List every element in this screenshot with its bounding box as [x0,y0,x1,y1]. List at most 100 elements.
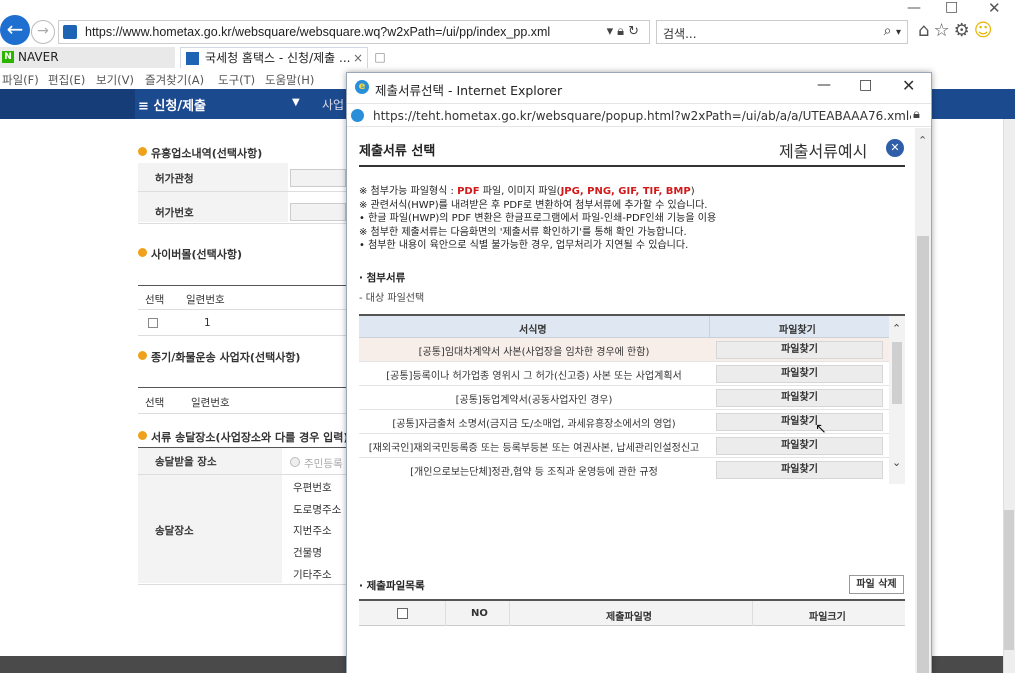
select-all-checkbox[interactable] [397,608,408,619]
delivery-receive-label: 송달받을 장소 [155,456,217,468]
search-icon[interactable]: ⌕ [884,23,892,39]
divider [138,413,346,414]
col-form-name: 서식명 [519,325,547,336]
note-delay: • 첨부한 내용이 육안으로 식별 불가능한 경우, 업무처리가 지연될 수 있… [359,240,689,251]
lock-icon[interactable]: 🔒︎ [617,24,628,39]
tab-hometax[interactable]: 국세청 홈택스 - 신청/제출 ... × [180,47,368,68]
dialog-title: 제출서류 선택 [359,144,436,159]
menu-favorites[interactable]: 즐겨찾기(A) [145,72,204,88]
attach-title: · 첨부서류 [359,272,406,284]
site-favicon-icon [63,25,77,39]
col-serial: 일련번호 [191,397,230,409]
scroll-up-icon[interactable]: ⌃ [918,134,927,147]
postal-code-label: 우편번호 [293,482,332,494]
col-serial: 일련번호 [186,294,225,306]
menu-view[interactable]: 보기(V) [96,72,134,88]
title-divider [359,165,905,167]
submit-example-link[interactable]: 제출서류예시 [779,138,867,162]
new-tab-icon[interactable]: □ [370,47,390,68]
scrollbar-thumb[interactable] [917,236,929,673]
resident-radio[interactable] [290,457,300,467]
popup-content: 제출서류 선택 제출서류예시 ✕ ※ 첨부가능 파일형식 : PDF 파일, 이… [347,128,915,673]
dialog-close-icon[interactable]: ✕ [886,139,904,157]
license-office-input[interactable] [290,169,346,187]
forward-arrow-icon[interactable]: → [31,20,55,44]
license-number-input[interactable] [290,203,346,221]
menu-file[interactable]: 파일(F) [2,72,39,88]
page-scrollbar-thumb[interactable] [1004,510,1014,650]
tab-close-icon[interactable]: × [353,48,363,68]
popup-titlebar[interactable]: e 제출서류선택 - Internet Explorer — □ ✕ [347,73,931,103]
section-delivery: 서류 송달장소(사업장소와 다를 경우 입력) [138,429,348,445]
popup-address-bar: https://teht.hometax.go.kr/websquare/pop… [347,103,931,127]
table-row: [공통]임대차계약서 사본(사업장을 임차한 경우에 한함) 파일찾기 [359,338,889,362]
file-search-button[interactable]: 파일찾기 [716,437,883,455]
dropdown-arrow-icon[interactable]: ▾ [607,24,618,39]
divider [138,387,346,388]
popup-window-title: 제출서류선택 - Internet Explorer [375,83,563,98]
internet-explorer-icon [351,109,364,122]
divider [138,223,346,224]
popup-close-icon[interactable]: ✕ [902,76,915,95]
popup-url: https://teht.hometax.go.kr/websquare/pop… [373,109,911,123]
popup-scrollbar[interactable]: ⌃ [915,128,931,673]
popup-maximize-icon[interactable]: □ [859,77,872,93]
gear-icon[interactable]: ⚙ [954,20,974,41]
menu-edit[interactable]: 편집(E) [48,72,85,88]
nav-dropdown-icon[interactable]: ▼ [292,97,300,108]
scroll-up-icon[interactable]: ⌃ [892,322,901,335]
scroll-down-icon[interactable]: ⌄ [892,456,901,469]
refresh-icon[interactable]: ↻ [628,24,643,39]
resident-option-label: 주민등록 [304,458,343,470]
window-maximize-icon[interactable]: □ [945,0,958,15]
form-name: [공통]자금출처 소명서(금지금 도/소매업, 과세유흥장소에서의 영업) [392,419,676,430]
file-search-button[interactable]: 파일찾기 [716,461,883,479]
license-office-label: 허가관청 [155,173,194,185]
note-file-types: ※ 첨부가능 파일형식 : PDF 파일, 이미지 파일(JPG, PNG, G… [359,186,695,197]
col-select: 선택 [145,397,165,409]
search-box[interactable]: 검색... ⌕ ▾ [656,20,908,44]
favorites-star-icon[interactable]: ☆ [933,20,953,41]
back-arrow-icon[interactable]: ← [0,15,30,45]
menu-help[interactable]: 도움말(H) [265,72,314,88]
file-search-button[interactable]: 파일찾기 [716,389,883,407]
window-close-icon[interactable]: ✕ [988,0,1001,17]
building-label: 건물명 [293,547,322,559]
row-checkbox[interactable] [148,318,158,328]
road-address-label: 도로명주소 [293,504,342,516]
nav-menu-apply-submit[interactable]: ≡ 신청/제출 [138,95,206,114]
home-icon[interactable]: ⌂ [918,20,933,41]
delivery-place-label: 송달장소 [155,525,194,537]
header-divider [752,601,753,626]
table-row: [공통]등록이나 허가업종 영위시 그 허가(신고증) 사본 또는 사업계획서 … [359,362,889,386]
file-search-button[interactable]: 파일찾기 [716,341,883,359]
browser-toolbar: ← → https://www.hometax.go.kr/websquare/… [0,0,1015,46]
scrollbar-thumb[interactable] [892,342,902,404]
address-actions[interactable]: ▾🔒︎↻ [607,24,643,39]
form-table: 서식명 파일찾기 [공통]임대차계약서 사본(사업장을 임차한 경우에 한함) … [359,314,905,484]
form-table-scrollbar[interactable]: ⌃ ⌄ [889,316,905,484]
internet-explorer-icon: e [355,80,369,94]
nav-sub-item[interactable]: 사업 [322,96,344,113]
file-search-button[interactable]: 파일찾기 [716,365,883,383]
file-search-button[interactable]: 파일찾기 [716,413,883,431]
table-row: [공통]자금출처 소명서(금지금 도/소매업, 과세유흥장소에서의 영업) 파일… [359,410,889,434]
window-minimize-icon[interactable]: — [907,0,921,16]
naver-logo-icon: N [2,51,14,63]
section-freight: 종기/화물운송 사업자(선택사항) [138,349,300,365]
nav-left-block [0,89,135,119]
address-url[interactable]: https://www.hometax.go.kr/websquare/webs… [85,25,550,39]
dropdown-arrow-icon[interactable]: ▾ [896,27,901,38]
menu-tools[interactable]: 도구(T) [218,72,255,88]
form-name: [재외국인]재외국민등록증 또는 등록부등본 또는 여권사본, 납세관리인설정신… [368,443,700,454]
lock-icon[interactable]: 🔒︎ [913,107,920,122]
submitted-files-title: · 제출파일목록 [359,580,425,592]
delete-file-button[interactable]: 파일 삭제 [849,575,904,594]
tab-naver[interactable]: N NAVER [0,47,175,68]
search-input[interactable]: 검색... [663,25,697,42]
search-actions[interactable]: ⌕ ▾ [884,23,901,39]
popup-minimize-icon[interactable]: — [817,77,831,93]
address-bar[interactable]: https://www.hometax.go.kr/websquare/webs… [58,20,650,44]
smiley-feedback-icon[interactable]: ☺ [974,20,997,41]
browser-tools: ⌂☆⚙☺ [918,20,996,41]
